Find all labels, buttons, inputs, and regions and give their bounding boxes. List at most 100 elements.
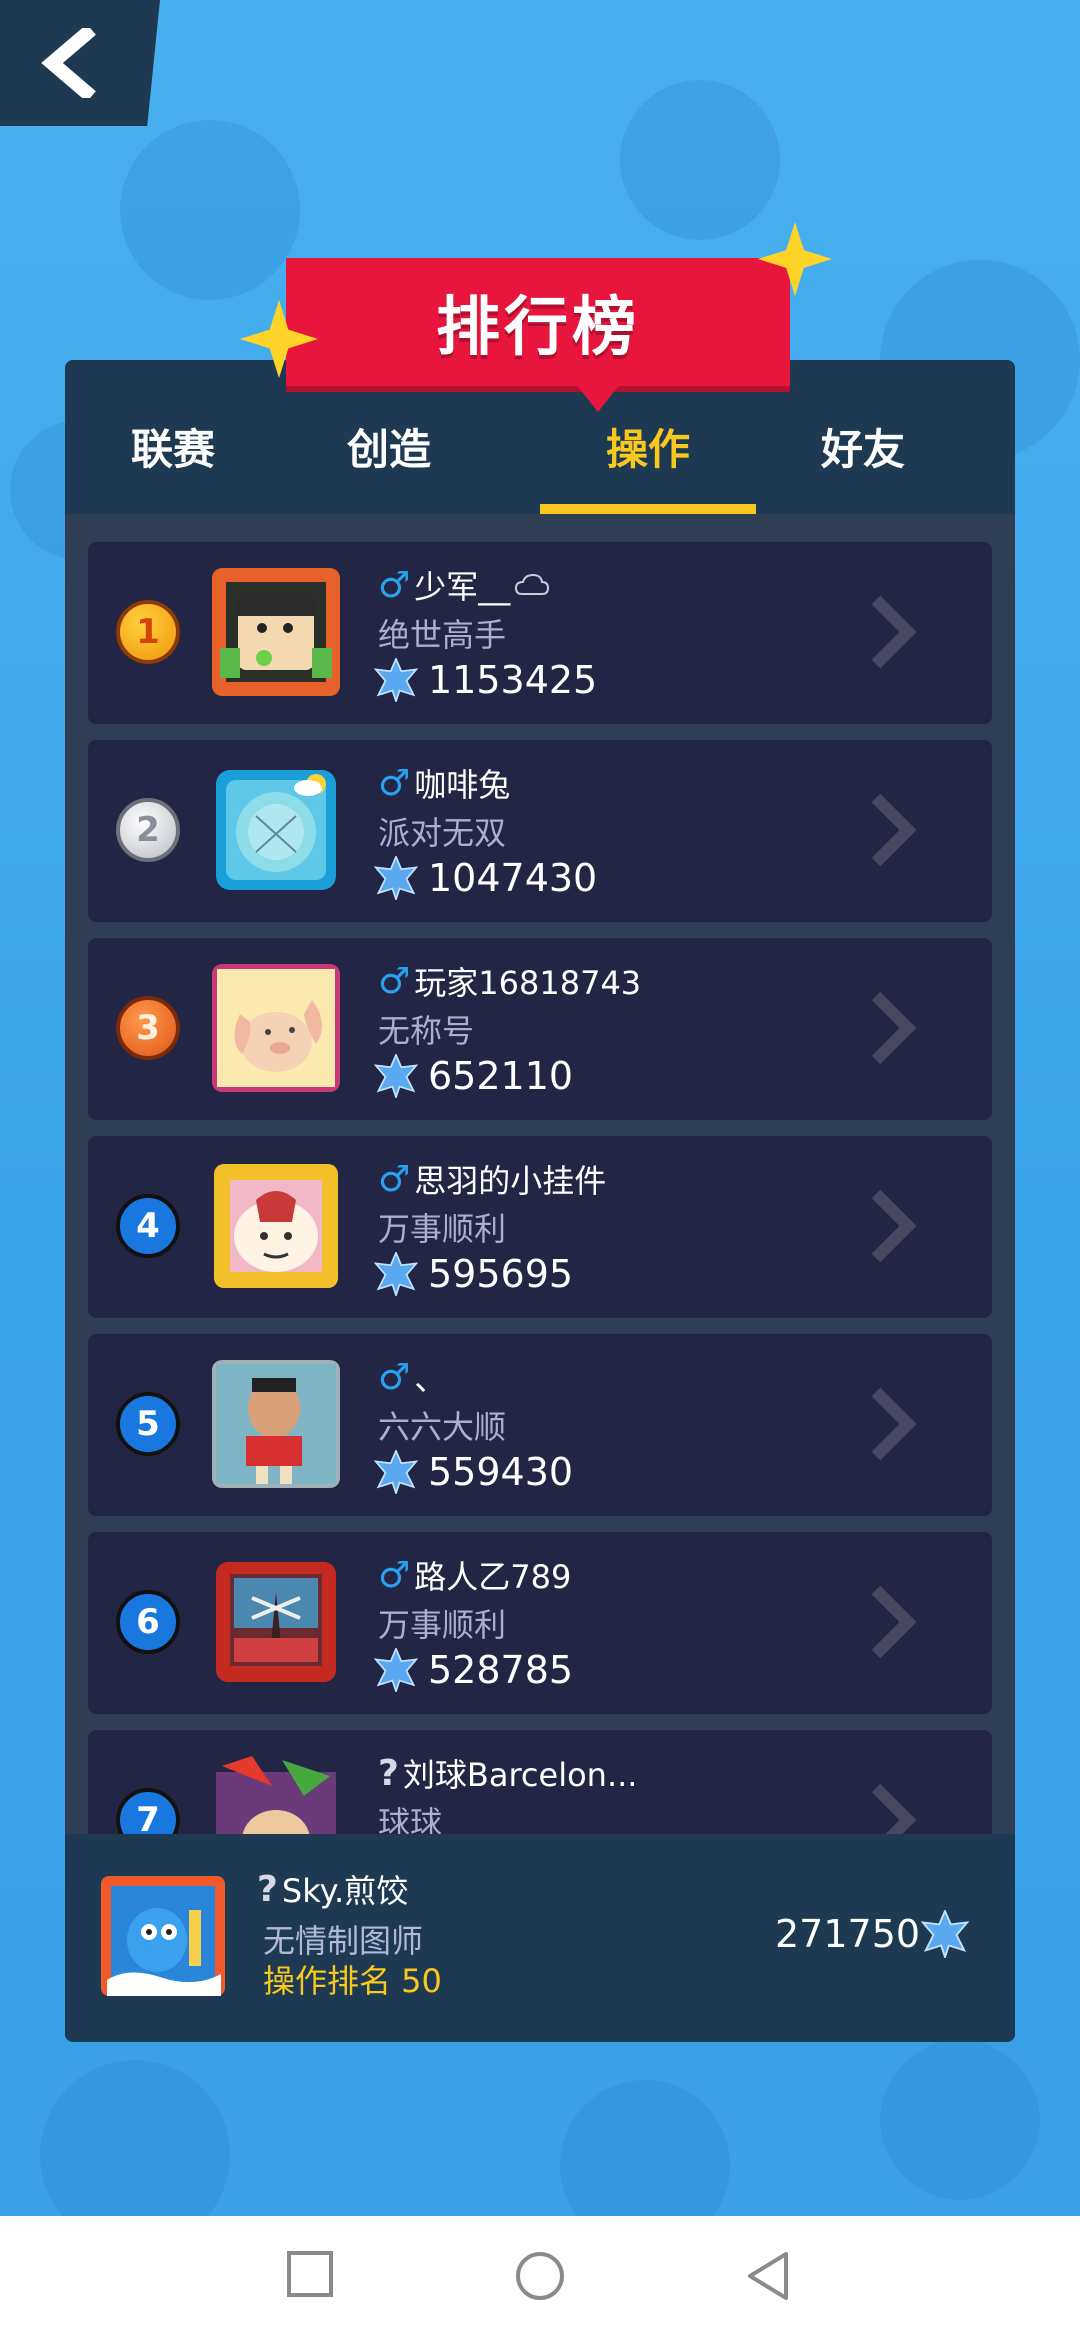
system-navigation-bar: [0, 2216, 1080, 2340]
gender-male-icon: ♂: [378, 762, 411, 804]
player-name: 、: [414, 1360, 447, 1398]
score-line: 595695: [374, 1248, 573, 1300]
bg-decoration: [620, 80, 780, 240]
avatar[interactable]: [212, 1558, 340, 1686]
my-rank: 操作排名 50: [263, 1962, 442, 2000]
gender-male-icon: ♂: [378, 960, 411, 1002]
tab-create[interactable]: 创造: [281, 400, 497, 514]
rank-badge: 4: [116, 1194, 180, 1258]
leaderboard-list[interactable]: 1 ♂ 少军__ 绝世高手 1153425 2 ♂ 咖啡兔 派对无双 10474…: [65, 514, 1015, 1834]
avatar[interactable]: [212, 1162, 340, 1290]
active-tab-indicator: [540, 504, 756, 514]
tab-league[interactable]: 联赛: [65, 400, 281, 514]
chevron-right-icon[interactable]: [868, 594, 918, 670]
ribbon-tail: [576, 384, 620, 412]
gender-unknown-icon: ?: [378, 1752, 399, 1794]
player-score: 652110: [428, 1054, 574, 1098]
player-score: 1153425: [428, 658, 598, 702]
title-ribbon: 排行榜: [286, 258, 790, 412]
chevron-right-icon[interactable]: [868, 1782, 918, 1834]
leaderboard-panel: 联赛 创造 操作 好友 1 ♂ 少军__ 绝世高手 1153425 2 ♂ 咖啡…: [65, 360, 1015, 2042]
chevron-right-icon[interactable]: [868, 792, 918, 868]
avatar-image: [216, 770, 336, 890]
tab-label: 好友: [820, 425, 905, 474]
leaderboard-row[interactable]: 5 ♂ 、 六六大顺 559430: [88, 1334, 992, 1516]
score-line: 1153425: [374, 654, 597, 706]
score-line: 559430: [374, 1446, 573, 1498]
player-title: 万事顺利: [378, 1210, 507, 1248]
blue-star-icon: [374, 1054, 418, 1098]
my-rank-footer: ? Sky.煎饺 无情制图师 操作排名 50 271750: [65, 1834, 1015, 2042]
back-arrow-icon: [41, 28, 96, 98]
rank-badge: 7: [116, 1788, 180, 1834]
player-name-line: ? 刘球Barcelon...: [378, 1750, 637, 1796]
player-title: 绝世高手: [378, 616, 507, 654]
rank-number: 1: [136, 612, 160, 652]
star-icon: [758, 222, 832, 296]
blue-star-icon: [921, 1910, 969, 1958]
player-title: 派对无双: [378, 814, 507, 852]
back-button[interactable]: [0, 0, 160, 126]
leaderboard-row[interactable]: 6 ♂ 路人乙789 万事顺利 528785: [88, 1532, 992, 1714]
player-title: 六六大顺: [378, 1408, 507, 1446]
player-title: 万事顺利: [378, 1606, 507, 1644]
gender-male-icon: ♂: [378, 1356, 411, 1398]
leaderboard-row[interactable]: 3 ♂ 玩家16818743 无称号 652110: [88, 938, 992, 1120]
chevron-right-icon[interactable]: [868, 1584, 918, 1660]
blue-star-icon: [374, 856, 418, 900]
blue-star-icon: [374, 1252, 418, 1296]
tab-operation[interactable]: 操作: [540, 400, 756, 514]
avatar[interactable]: [212, 568, 340, 696]
player-name-line: ♂ 路人乙789: [378, 1552, 571, 1598]
player-name-line: ♂ 咖啡兔: [378, 760, 510, 806]
player-score: 559430: [428, 1450, 574, 1494]
gender-male-icon: ♂: [378, 564, 411, 606]
player-title: 无称号: [378, 1012, 475, 1050]
score-line: 652110: [374, 1050, 573, 1102]
chevron-right-icon[interactable]: [868, 1386, 918, 1462]
tab-label: 操作: [605, 425, 690, 474]
player-score: 1047430: [428, 856, 598, 900]
avatar[interactable]: [212, 1756, 340, 1834]
avatar-image: [216, 1562, 336, 1682]
player-name-line: ♂ 玩家16818743: [378, 958, 641, 1004]
back-nav-button[interactable]: [744, 2250, 792, 2302]
gender-male-icon: ♂: [378, 1554, 411, 1596]
blue-star-icon: [374, 1450, 418, 1494]
cloud-icon: [515, 573, 550, 595]
leaderboard-row[interactable]: 4 ♂ 思羽的小挂件 万事顺利 595695: [88, 1136, 992, 1318]
avatar-image: [212, 568, 340, 696]
blue-star-icon: [374, 1648, 418, 1692]
page-title: 排行榜: [436, 291, 640, 365]
rank-number: 6: [136, 1602, 160, 1642]
player-name: 玩家16818743: [414, 964, 642, 1002]
chevron-right-icon[interactable]: [868, 990, 918, 1066]
avatar-image: [212, 1360, 340, 1488]
chevron-right-icon[interactable]: [868, 1188, 918, 1264]
bg-decoration: [120, 120, 300, 300]
avatar-image: [212, 964, 340, 1092]
player-name: 刘球Barcelon...: [402, 1756, 638, 1794]
player-name: 咖啡兔: [414, 766, 511, 804]
gender-male-icon: ♂: [378, 1158, 411, 1200]
rank-number: 2: [136, 810, 160, 850]
bg-decoration: [880, 2040, 1040, 2200]
recent-apps-button[interactable]: [286, 2250, 334, 2298]
leaderboard-row[interactable]: 1 ♂ 少军__ 绝世高手 1153425: [88, 542, 992, 724]
leaderboard-row[interactable]: 2 ♂ 咖啡兔 派对无双 1047430: [88, 740, 992, 922]
tab-label: 创造: [346, 425, 431, 474]
player-name: 路人乙789: [414, 1558, 572, 1596]
player-score: 528785: [428, 1648, 574, 1692]
home-button[interactable]: [514, 2250, 566, 2302]
rank-badge: 3: [116, 996, 180, 1060]
rank-badge: 5: [116, 1392, 180, 1456]
avatar[interactable]: [212, 1360, 340, 1488]
avatar[interactable]: [212, 964, 340, 1092]
rank-badge: 6: [116, 1590, 180, 1654]
rank-badge: 2: [116, 798, 180, 862]
avatar[interactable]: [212, 766, 340, 894]
my-avatar[interactable]: [99, 1870, 227, 1998]
bg-decoration: [560, 2080, 730, 2216]
tab-friends[interactable]: 好友: [755, 400, 971, 514]
leaderboard-row[interactable]: 7 ? 刘球Barcelon... 球球: [88, 1730, 992, 1834]
